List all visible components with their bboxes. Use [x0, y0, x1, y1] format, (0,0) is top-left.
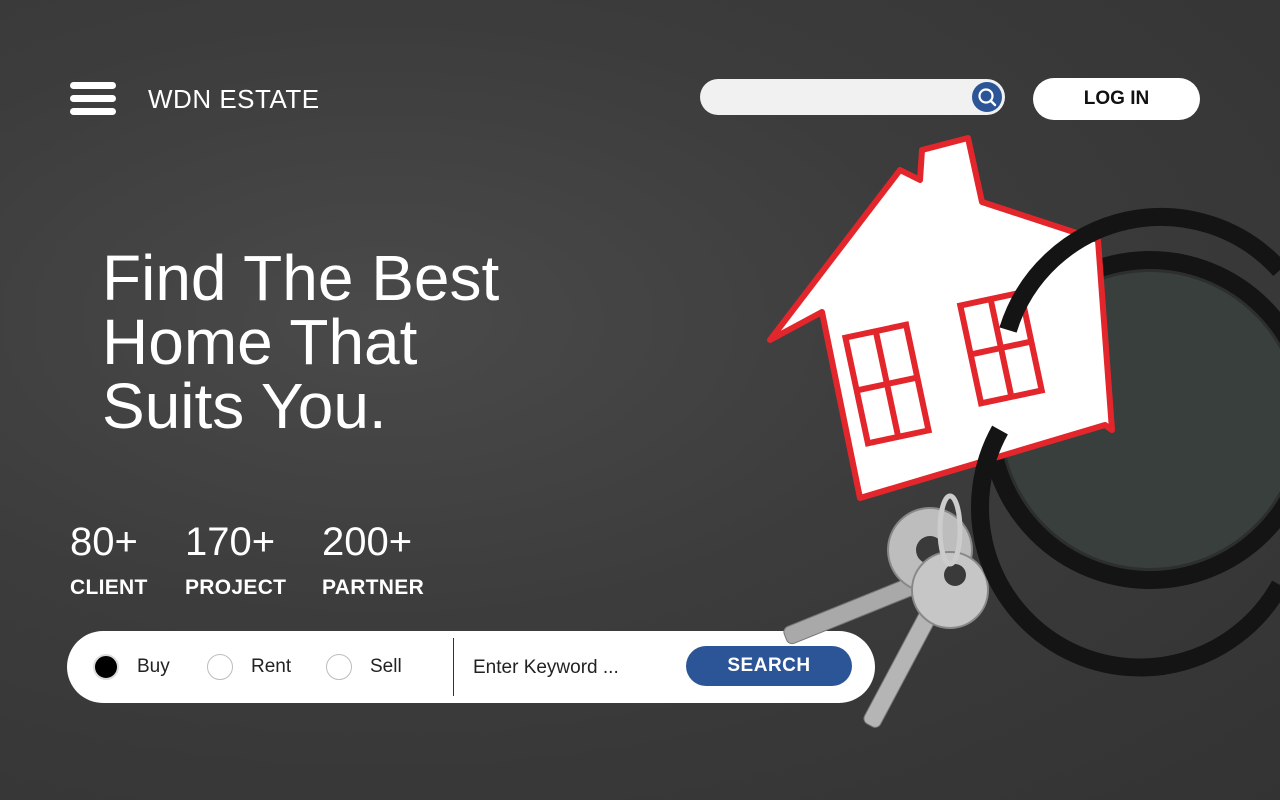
stat-project: 170+ PROJECT — [185, 520, 286, 600]
stat-value: 80+ — [70, 520, 138, 564]
divider — [453, 638, 454, 696]
radio-label[interactable]: Sell — [370, 656, 402, 678]
property-search-bar: Buy Rent Sell SEARCH — [67, 631, 875, 703]
stat-label: CLIENT — [70, 576, 148, 599]
house-keys-magnifier-illustration — [767, 135, 1280, 728]
radio-button[interactable] — [93, 654, 119, 680]
stat-label: PARTNER — [322, 576, 425, 599]
brand-name[interactable]: WDN ESTATE — [148, 84, 320, 115]
hero-line: Suits You. — [102, 370, 387, 442]
menu-icon[interactable] — [70, 82, 116, 116]
login-button[interactable]: LOG IN — [1033, 78, 1200, 120]
stat-value: 200+ — [322, 520, 413, 564]
radio-label[interactable]: Rent — [251, 656, 291, 678]
hero-line: Home That — [102, 306, 418, 378]
radio-rent[interactable]: Rent — [207, 652, 291, 682]
header-search[interactable] — [700, 79, 1005, 117]
radio-sell[interactable]: Sell — [326, 652, 402, 682]
radio-button[interactable] — [326, 654, 352, 680]
keys-image — [783, 493, 989, 728]
radio-label[interactable]: Buy — [137, 656, 170, 678]
hero-headline: Find The Best Home That Suits You. — [102, 246, 499, 438]
keyword-input[interactable] — [471, 651, 675, 685]
stat-value: 170+ — [185, 520, 276, 564]
radio-buy[interactable]: Buy — [93, 652, 170, 682]
hero-line: Find The Best — [102, 242, 500, 314]
stat-client: 80+ CLIENT — [70, 520, 148, 600]
radio-button[interactable] — [207, 654, 233, 680]
header-search-input[interactable] — [716, 79, 960, 117]
stat-label: PROJECT — [185, 576, 287, 599]
stat-partner: 200+ PARTNER — [322, 520, 424, 600]
search-icon[interactable] — [972, 82, 1002, 112]
